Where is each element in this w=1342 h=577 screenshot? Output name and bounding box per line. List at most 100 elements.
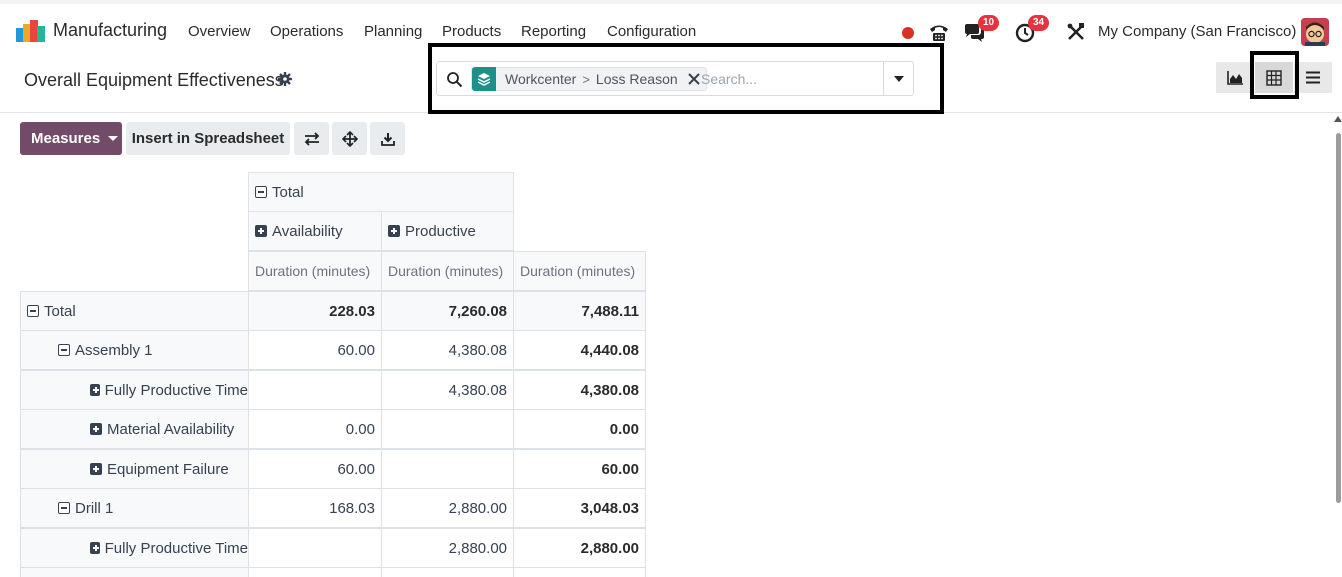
groupby-facet[interactable]: Workcenter > Loss Reason <box>471 67 707 91</box>
download-icon <box>380 132 395 146</box>
col-header-total-label: Total <box>272 183 304 201</box>
cell-value[interactable] <box>248 370 382 410</box>
row-header-assembly-1[interactable]: Assembly 1 <box>20 330 249 370</box>
menu-configuration[interactable]: Configuration <box>607 23 696 40</box>
cell-value[interactable]: 0.00 <box>248 409 382 449</box>
row-label: Assembly 1 <box>75 341 153 359</box>
facet-value-workcenter: Workcenter <box>505 71 577 87</box>
collapse-icon <box>58 344 70 356</box>
chat-count-badge: 10 <box>978 15 1000 31</box>
measures-label: Measures <box>31 130 101 147</box>
col-header-productive-label: Productive <box>405 222 476 240</box>
cell-value[interactable]: 60.00 <box>513 449 646 489</box>
pivot-content: Measures Insert in Spreadsheet Total Ava… <box>0 114 1342 577</box>
scrollbar-thumb[interactable] <box>1336 133 1341 503</box>
col-header-total[interactable]: Total <box>248 172 514 212</box>
cell-value[interactable]: 7,260.08 <box>381 291 514 331</box>
row-header-material-availability[interactable]: Material Availability <box>20 409 249 449</box>
recording-indicator-icon[interactable] <box>902 27 914 39</box>
cell-value[interactable]: 4,380.08 <box>381 330 514 370</box>
row-label: Drill 1 <box>75 499 114 517</box>
control-panel: Overall Equipment Effectiveness Workcent… <box>0 43 1342 114</box>
expand-icon <box>255 225 267 237</box>
search-options-toggle[interactable] <box>883 62 913 95</box>
swap-arrows-icon <box>304 131 319 146</box>
measure-header[interactable]: Duration (minutes) <box>381 251 514 291</box>
insert-in-spreadsheet-button[interactable]: Insert in Spreadsheet <box>126 122 290 155</box>
search-icon[interactable] <box>446 71 463 88</box>
col-header-productive[interactable]: Productive <box>381 211 514 251</box>
cell-value[interactable]: 4,440.08 <box>513 330 646 370</box>
graph-view-button[interactable] <box>1216 62 1254 93</box>
cell-value[interactable]: 4,380.08 <box>513 370 646 410</box>
row-header-fully-productive-time[interactable]: Fully Productive Time <box>20 528 249 568</box>
cell-value-partial <box>513 567 646 577</box>
app-name[interactable]: Manufacturing <box>53 20 167 41</box>
expand-icon <box>90 463 102 475</box>
caret-down-icon <box>108 136 119 141</box>
row-label: Fully Productive Time <box>104 381 248 399</box>
flip-axis-button[interactable] <box>294 122 329 155</box>
measure-header[interactable]: Duration (minutes) <box>248 251 382 291</box>
menu-planning[interactable]: Planning <box>364 23 422 40</box>
collapse-icon <box>255 186 267 198</box>
cell-value[interactable]: 168.03 <box>248 488 382 528</box>
row-header-total[interactable]: Total <box>20 291 249 331</box>
col-header-availability[interactable]: Availability <box>248 211 382 251</box>
facet-value-loss-reason: Loss Reason <box>595 71 678 87</box>
facet-separator: > <box>582 71 590 87</box>
menu-operations[interactable]: Operations <box>270 23 343 40</box>
search-input[interactable] <box>701 62 881 95</box>
page-title: Overall Equipment Effectiveness <box>24 70 284 90</box>
measures-button[interactable]: Measures <box>20 122 122 155</box>
expand-all-button[interactable] <box>332 122 367 155</box>
cell-value[interactable]: 3,048.03 <box>513 488 646 528</box>
row-label: Fully Productive Time <box>104 539 248 557</box>
arrows-expand-icon <box>341 130 358 147</box>
row-header-drill-1[interactable]: Drill 1 <box>20 488 249 528</box>
user-avatar[interactable] <box>1301 18 1329 46</box>
cell-value[interactable]: 4,380.08 <box>381 370 514 410</box>
gear-icon[interactable] <box>278 72 292 86</box>
search-bar[interactable]: Workcenter > Loss Reason <box>436 61 914 96</box>
view-switch-highlight-frame <box>1250 51 1299 99</box>
cell-value[interactable]: 60.00 <box>248 330 382 370</box>
area-chart-icon <box>1226 70 1243 85</box>
row-header-fully-productive-time[interactable]: Fully Productive Time <box>20 370 249 410</box>
scroll-up-arrow-icon[interactable] <box>1334 116 1342 122</box>
download-button[interactable] <box>370 122 405 155</box>
manufacturing-app-icon[interactable] <box>16 20 46 42</box>
cell-value[interactable]: 2,880.00 <box>513 528 646 568</box>
cell-value[interactable] <box>248 528 382 568</box>
menu-products[interactable]: Products <box>442 23 501 40</box>
phone-icon[interactable] <box>928 21 950 43</box>
collapse-icon <box>58 502 70 514</box>
company-switcher[interactable]: My Company (San Francisco) <box>1098 23 1296 40</box>
list-view-button[interactable] <box>1294 62 1332 93</box>
col-header-availability-label: Availability <box>272 222 343 240</box>
debug-tools-icon[interactable] <box>1066 22 1086 42</box>
row-label: Material Availability <box>107 420 235 438</box>
cell-value[interactable] <box>381 409 514 449</box>
cell-value-partial <box>248 567 382 577</box>
row-header-equipment-failure[interactable]: Equipment Failure <box>20 449 249 489</box>
row-label: Equipment Failure <box>107 460 229 478</box>
cell-value[interactable]: 60.00 <box>248 449 382 489</box>
expand-icon <box>388 225 400 237</box>
cell-value[interactable]: 0.00 <box>513 409 646 449</box>
close-icon[interactable] <box>687 73 700 85</box>
expand-icon <box>90 542 100 554</box>
list-icon <box>1306 71 1320 84</box>
menu-overview[interactable]: Overview <box>188 23 251 40</box>
cell-value[interactable]: 2,880.00 <box>381 528 514 568</box>
menu-reporting[interactable]: Reporting <box>521 23 586 40</box>
cell-value[interactable]: 228.03 <box>248 291 382 331</box>
activity-count-badge: 34 <box>1028 15 1050 31</box>
cell-value[interactable]: 2,880.00 <box>381 488 514 528</box>
expand-icon <box>90 384 100 396</box>
layers-icon <box>472 67 496 91</box>
cell-value[interactable]: 7,488.11 <box>513 291 646 331</box>
measure-header[interactable]: Duration (minutes) <box>513 251 646 291</box>
cell-value[interactable] <box>381 449 514 489</box>
row-header-partial <box>20 567 249 577</box>
